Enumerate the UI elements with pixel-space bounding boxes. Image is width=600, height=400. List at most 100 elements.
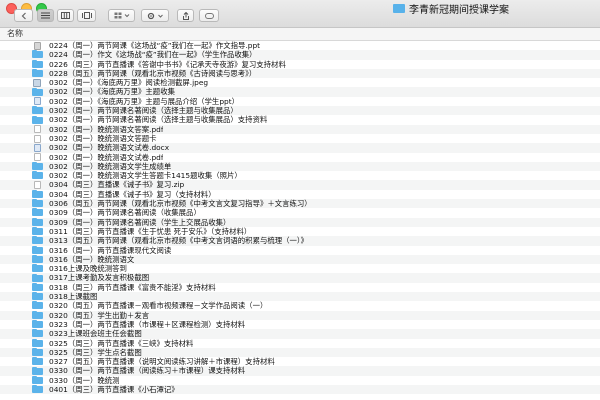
file-name: 0327（周五）两节直播课（说明文阅读练习讲解＋市课程）支持材料 [49, 357, 275, 367]
file-name: 0306（周五）两节网课（观看北京市视频《中考文言文复习指导》＋文言练习） [49, 199, 312, 209]
image-file-icon [33, 78, 41, 87]
folder-icon [32, 162, 43, 170]
share-button[interactable] [177, 9, 194, 22]
file-name: 0302（周一）《海底两万里》主题收集 [49, 87, 175, 97]
file-row[interactable]: 0302（周一）晚统测语文答题卡 [0, 134, 600, 143]
folder-icon [32, 69, 43, 78]
file-name: 0325（周三）两节直播课《三峡》支持材料 [49, 338, 194, 348]
file-row[interactable]: 0302（周一）《海底两万里》阅读检测截屏.jpeg [0, 78, 600, 87]
view-as-gallery-button[interactable] [77, 9, 96, 22]
column-header-name[interactable]: 名称 [0, 28, 600, 41]
gallery-view-icon [81, 12, 92, 19]
folder-icon [32, 217, 43, 226]
folder-icon [32, 245, 43, 254]
window-title-text: 李青新冠期间授课学案 [409, 5, 509, 16]
file-row[interactable]: 0320（周五）两节直播课－观看市视频课程－文学作品阅读（一） [0, 301, 600, 310]
file-row[interactable]: 0309（周一）两节网课名著阅读（学生上交展品收集） [0, 217, 600, 227]
file-row[interactable]: 0316（周一）晚统测语文 [0, 254, 600, 265]
folder-icon [32, 59, 43, 68]
file-row[interactable]: 0327（周五）两节直播课（说明文阅读练习讲解＋市课程）支持材料 [0, 357, 600, 366]
file-row[interactable]: 0228（周五）两节网课（观看北京市视频《古诗阅读与思考》） [0, 68, 600, 79]
file-row[interactable]: 0302（周一）晚统测语文学生答题卡1415题收集（照片） [0, 171, 600, 180]
back-button[interactable] [14, 9, 33, 22]
file-name: 0401（周三）两节直播课《小石潭记》 [49, 384, 179, 394]
file-row[interactable]: 0318（周三）两节直播课《富贵不能淫》支持材料 [0, 283, 600, 292]
folder-icon [32, 310, 43, 319]
file-name: 0302（周一）晚统测语文答题卡 [49, 133, 157, 143]
folder-icon [393, 4, 405, 13]
file-row[interactable]: 0316（周一）两节直播课现代文阅读 [0, 246, 600, 255]
file-row[interactable]: 0309（周一）两节网课名著阅读（收集展品） [0, 208, 600, 217]
file-row[interactable]: 0306（周五）两节网课（观看北京市视频《中考文言文复习指导》＋文言练习） [0, 199, 600, 209]
file-row[interactable]: 0317上课考勤及发言积极截图 [0, 273, 600, 283]
file-row[interactable]: 0224（周一）两节网课《这场战“疫”我们在一起》作文指导.ppt [0, 41, 600, 50]
file-list: 0224（周一）两节网课《这场战“疫”我们在一起》作文指导.ppt 0224（周一… [0, 41, 600, 395]
folder-icon [32, 347, 43, 356]
file-row[interactable]: 0302（周一）《海底两万里》主题收集 [0, 87, 600, 97]
file-row[interactable]: 0302（周一）两节网课名著阅读（选择主题与收集展品） [0, 106, 600, 116]
window-title: 李青新冠期间授课学案 [393, 1, 509, 16]
folder-icon [32, 115, 43, 124]
file-row[interactable]: 0302（周一）《海底两万里》主题与展品介绍（学生ppt） [0, 97, 600, 106]
folder-icon [32, 320, 43, 329]
file-row[interactable]: 0330（周一）晚统测 [0, 376, 600, 385]
folder-icon [32, 301, 43, 310]
file-name: 0320（周五）两节直播课－观看市视频课程－文学作品阅读（一） [49, 301, 268, 311]
file-row[interactable]: 0313（周五）两节网课（观看北京市视频《中考文言词语的积累与梳理（一）》 [0, 236, 600, 246]
file-name: 0318（周三）两节直播课《富贵不能淫》支持材料 [49, 282, 216, 292]
folder-icon [32, 199, 43, 208]
file-name: 0304（周三）直播课《诫子书》复习（支持材料） [49, 189, 216, 199]
view-as-list-button[interactable] [37, 9, 54, 22]
file-row[interactable]: 0302（周一）晚统测语文试卷.pdf [0, 153, 600, 162]
file-row[interactable]: 0320（周五）学生出勤＋发言 [0, 310, 600, 320]
folder-icon [32, 208, 43, 217]
file-row[interactable]: 0304（周三）直播课《诫子书》复习（支持材料） [0, 190, 600, 199]
document-file-icon [34, 134, 41, 143]
action-menu-button[interactable] [141, 9, 169, 22]
file-name: 0226（周三）两节直播课《答谢中书书》《记承天寺夜游》复习支持材料 [49, 59, 286, 69]
folder-icon [32, 273, 43, 282]
file-row[interactable]: 0325（周三）两节直播课《三峡》支持材料 [0, 339, 600, 348]
group-icon [114, 12, 129, 19]
folder-icon [32, 171, 43, 180]
file-name: 0304（周三）直播课《诫子书》复习.zip [49, 180, 185, 190]
folder-icon [32, 264, 43, 273]
file-row[interactable]: 0304（周三）直播课《诫子书》复习.zip [0, 180, 600, 190]
file-name: 0318上课截图 [49, 292, 98, 302]
file-row[interactable]: 0401（周三）两节直播课《小石潭记》 [0, 384, 600, 395]
file-name: 0302（周一）《海底两万里》主题与展品介绍（学生ppt） [49, 96, 239, 106]
chevron-left-icon [21, 12, 26, 19]
folder-icon [32, 338, 43, 347]
file-name: 0309（周一）两节网课名著阅读（学生上交展品收集） [49, 217, 231, 227]
file-name: 0309（周一）两节网课名著阅读（收集展品） [49, 208, 201, 218]
view-as-columns-button[interactable] [57, 9, 74, 22]
group-by-button[interactable] [108, 9, 135, 22]
file-name: 0302（周一）两节网课名著阅读（选择主题与收集展品） [49, 106, 238, 116]
file-row[interactable]: 0311（周三）两节直播课《生于忧患 死于安乐》（支持材料） [0, 227, 600, 236]
file-row[interactable]: 0325（周三）学生点名截图 [0, 347, 600, 358]
file-row[interactable]: 0316上课及晚统测答到 [0, 264, 600, 273]
file-row[interactable]: 0302（周一）晚统测语文答案.pdf [0, 124, 600, 134]
gear-icon [147, 12, 163, 19]
file-name: 0317上课考勤及发言积极截图 [49, 273, 150, 283]
file-name: 0302（周一）两节网课名著阅读（选择主题与收集展品）支持资料 [49, 115, 268, 125]
file-row[interactable]: 0224（周一）作文《这场战“疫”我们在一起》（学生作品收集） [0, 50, 600, 60]
file-row[interactable]: 0323（周一）两节直播课（市课程＋区课程检测）支持材料 [0, 320, 600, 329]
file-row[interactable]: 0323上课班会班主任会截图 [0, 329, 600, 339]
edit-tags-button[interactable] [199, 9, 219, 22]
file-row[interactable]: 0318上课截图 [0, 292, 600, 302]
file-name: 0325（周三）学生点名截图 [49, 347, 142, 357]
document-file-icon [34, 181, 41, 190]
file-row[interactable]: 0226（周三）两节直播课《答谢中书书》《记承天寺夜游》复习支持材料 [0, 60, 600, 69]
folder-icon [32, 227, 43, 236]
file-row[interactable]: 0302（周一）晚统测语文试卷.docx [0, 143, 600, 153]
file-row[interactable]: 0302（周一）两节网课名著阅读（选择主题与收集展品）支持资料 [0, 115, 600, 124]
file-row[interactable]: 0302（周一）晚统测语文学生成绩单 [0, 161, 600, 172]
file-name: 0316上课及晚统测答到 [49, 264, 127, 274]
file-name: 0320（周五）学生出勤＋发言 [49, 310, 150, 320]
file-name: 0302（周一）晚统测语文学生答题卡1415题收集（照片） [49, 171, 242, 181]
document-file-icon [34, 97, 41, 106]
folder-icon [32, 329, 43, 338]
file-name: 0228（周五）两节网课（观看北京市视频《古诗阅读与思考》） [49, 68, 257, 78]
file-row[interactable]: 0330（周一）两节直播课（阅读练习＋市课程）课支持材料 [0, 366, 600, 376]
